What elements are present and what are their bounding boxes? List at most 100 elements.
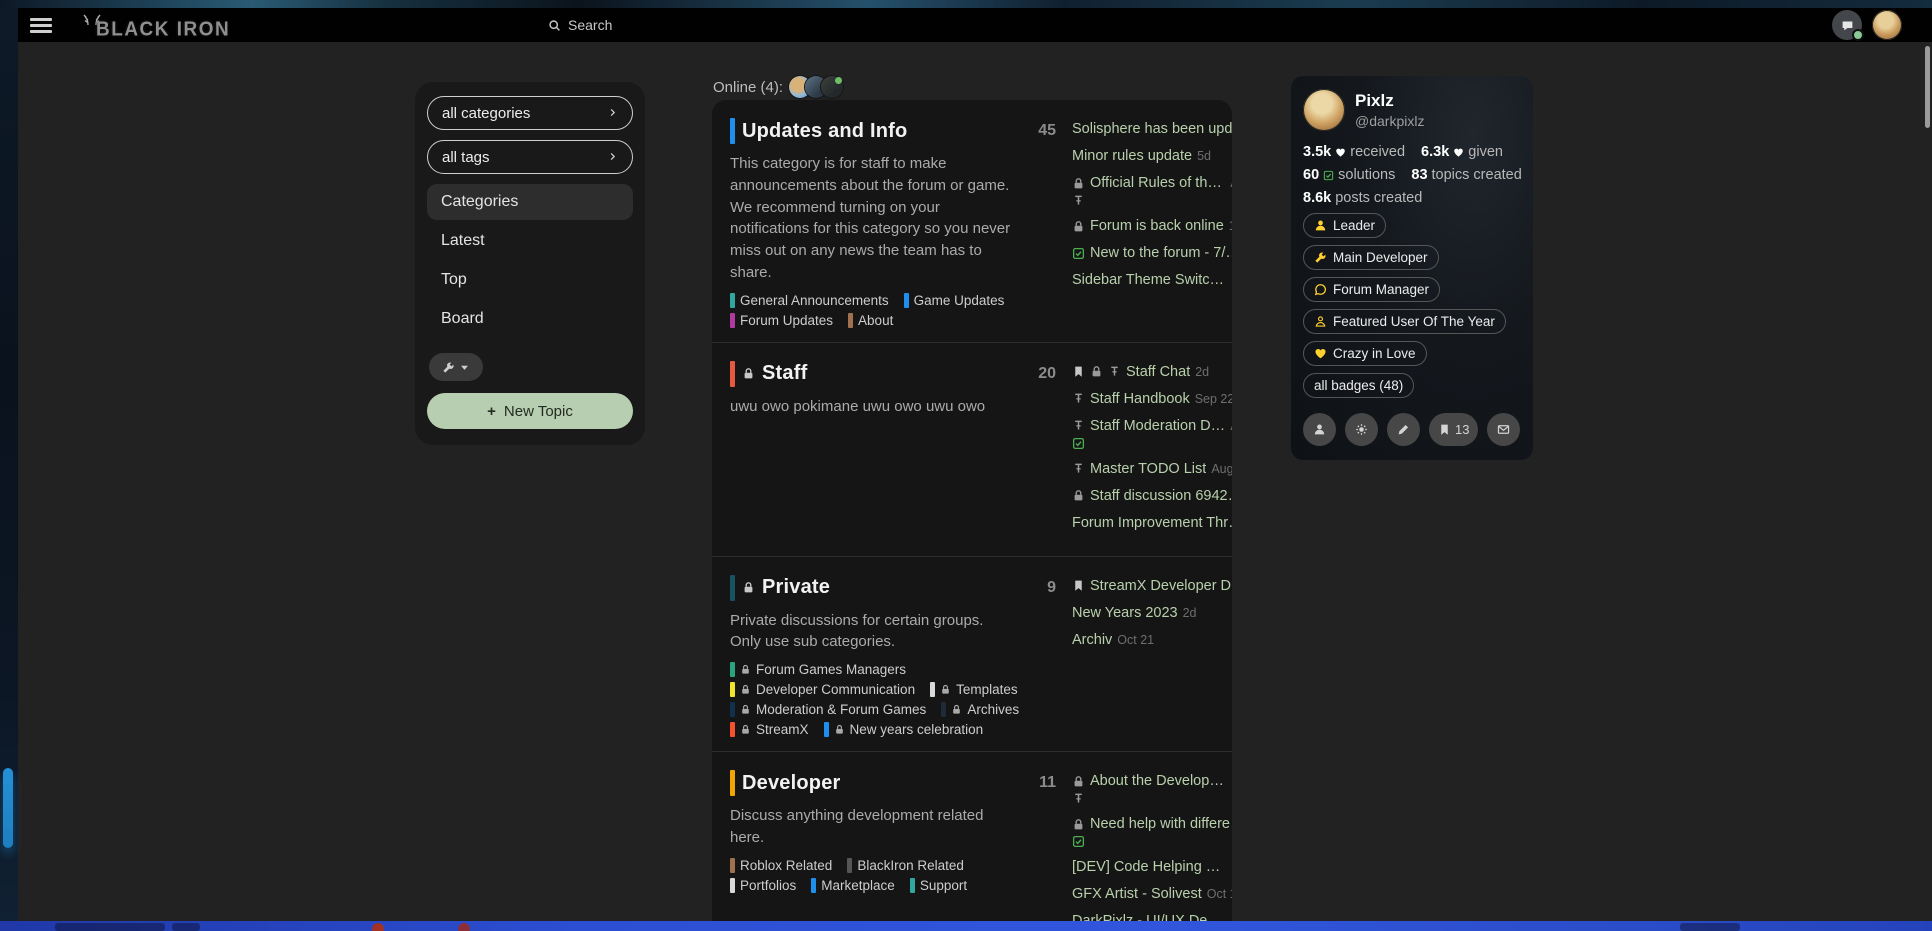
sidebar-item-latest[interactable]: Latest [427, 223, 633, 259]
subcategory-link[interactable]: Developer Communication [730, 682, 915, 697]
new-topic-button[interactable]: + New Topic [427, 393, 633, 429]
topic-link[interactable]: New to the forum - 7/25/... [1090, 245, 1232, 261]
topic-item: Minor rules update 5d [1072, 148, 1232, 164]
edit-button[interactable] [1387, 413, 1420, 446]
subcategory-color-bar [730, 722, 735, 737]
topic-link[interactable]: Official Rules of the Bl... [1090, 175, 1225, 191]
pin-icon [1072, 792, 1085, 805]
filter-dropdown-all-categories[interactable]: all categories [427, 96, 633, 130]
category-title-link[interactable]: Staff [762, 362, 807, 385]
subcategory-link[interactable]: Roblox Related [730, 858, 832, 873]
topic-link[interactable]: Sidebar Theme Switcher [1072, 272, 1228, 288]
stat-label: posts created [1335, 190, 1422, 206]
subcategory-color-bar [824, 722, 829, 737]
subcategory-link[interactable]: Moderation & Forum Games [730, 702, 926, 717]
messages-button[interactable] [1487, 413, 1520, 446]
topic-link[interactable]: Staff discussion 69420 (I'... [1090, 488, 1232, 504]
topic-item: Forum is back online19d [1072, 218, 1232, 234]
category-color-bar [730, 770, 735, 796]
topic-link[interactable]: Forum Improvement Threa... [1072, 515, 1232, 531]
topic-link[interactable]: Solisphere has been updat... [1072, 121, 1232, 137]
subcategory-color-bar [730, 702, 735, 717]
topic-link[interactable]: GFX Artist - Solivest [1072, 886, 1202, 902]
subcategory-link[interactable]: BlackIron Related [847, 858, 964, 873]
topic-link[interactable]: New Years 2023 [1072, 605, 1178, 621]
topic-link[interactable]: Staff Moderation Disc... [1090, 418, 1225, 434]
badge-main-developer[interactable]: Main Developer [1303, 245, 1439, 270]
category-row: PrivatePrivate discussions for certain g… [712, 556, 1232, 752]
lock-icon [951, 704, 962, 715]
subcategory-link[interactable]: General Announcements [730, 293, 889, 308]
subcategory-name: BlackIron Related [857, 858, 964, 873]
topic-link[interactable]: Master TODO List [1090, 461, 1206, 477]
topic-link[interactable]: [DEV] Code Helping Meg... [1072, 859, 1228, 875]
category-description: Discuss anything development related her… [730, 805, 1012, 849]
topic-link[interactable]: Staff Chat [1126, 364, 1190, 380]
envelope-icon [1497, 423, 1510, 436]
subcategory-link[interactable]: Game Updates [904, 293, 1005, 308]
topic-link[interactable]: Forum is back online [1090, 218, 1224, 234]
subcategory-color-bar [811, 878, 816, 893]
topic-link[interactable]: About the Developme... [1090, 773, 1232, 789]
pin-icon [1072, 462, 1085, 475]
subcategory-link[interactable]: Forum Games Managers [730, 662, 906, 677]
hamburger-menu-icon[interactable] [30, 18, 52, 33]
online-avatar-3[interactable] [821, 76, 843, 98]
user-avatar[interactable] [1872, 10, 1902, 40]
subcategory-link[interactable]: Forum Updates [730, 313, 833, 328]
subcategory-link[interactable]: Marketplace [811, 878, 895, 893]
subcategory-link[interactable]: Templates [930, 682, 1018, 697]
subcategory-link[interactable]: New years celebration [824, 722, 984, 737]
background-banner [0, 0, 1932, 8]
bookmark-icon [1072, 365, 1085, 378]
badge-crazy-in-love[interactable]: Crazy in Love [1303, 341, 1427, 366]
subcategory-link[interactable]: Portfolios [730, 878, 796, 893]
category-title-link[interactable]: Private [762, 576, 830, 599]
filter-label: all categories [442, 105, 530, 122]
badge-all-badges-48-[interactable]: all badges (48) [1303, 373, 1414, 398]
lock-icon [742, 581, 755, 594]
topic-link[interactable]: Staff Handbook [1090, 391, 1190, 407]
subcategory-link[interactable]: Support [910, 878, 967, 893]
category-row: Developer Discuss anything development re… [712, 751, 1232, 921]
topic-date: 5d [1197, 149, 1211, 163]
taskbar-item [1680, 923, 1740, 931]
badge-forum-manager[interactable]: Forum Manager [1303, 277, 1440, 302]
sidebar-item-board[interactable]: Board [427, 301, 633, 337]
category-latest-topics: About the Developme...Oct 3Need help wit… [1072, 770, 1232, 921]
subcategory-name: Archives [967, 702, 1019, 717]
chat-button[interactable] [1832, 10, 1862, 40]
subcategory-color-bar [730, 682, 735, 697]
scroll-indicator[interactable] [3, 768, 13, 848]
bookmarks-button[interactable]: 13 [1429, 413, 1478, 446]
lock-icon [1072, 775, 1085, 788]
category-admin-wrench-button[interactable] [429, 353, 483, 381]
subcategory-link[interactable]: About [848, 313, 893, 328]
check-icon [1323, 170, 1334, 181]
subcategory-link[interactable]: StreamX [730, 722, 809, 737]
site-logo[interactable]: Black Iron [82, 10, 230, 41]
profile-avatar[interactable] [1303, 89, 1345, 131]
category-title-link[interactable]: Developer [742, 772, 841, 795]
badge-featured-user-of-the-year[interactable]: Featured User Of The Year [1303, 309, 1506, 334]
subcategory-color-bar [930, 682, 935, 697]
categories-table: Updates and InfoThis category is for sta… [712, 100, 1232, 921]
heart-icon [1314, 347, 1327, 360]
lock-icon [740, 664, 751, 675]
sidebar-item-top[interactable]: Top [427, 262, 633, 298]
subcategory-name: Developer Communication [756, 682, 915, 697]
search-button[interactable]: Search [548, 8, 612, 42]
sidebar-item-categories[interactable]: Categories [427, 184, 633, 220]
topic-link[interactable]: Minor rules update [1072, 148, 1192, 164]
subcategory-link[interactable]: Archives [941, 702, 1019, 717]
topic-link[interactable]: DarkPixlz - UI/UX Designe... [1072, 913, 1228, 921]
page-scrollbar[interactable] [1925, 46, 1930, 128]
user-button[interactable] [1303, 413, 1336, 446]
filter-dropdown-all-tags[interactable]: all tags [427, 140, 633, 174]
badge-leader[interactable]: Leader [1303, 213, 1386, 238]
topic-link[interactable]: Need help with different h... [1090, 816, 1232, 832]
topic-link[interactable]: Archiv [1072, 632, 1112, 648]
category-title-link[interactable]: Updates and Info [742, 120, 907, 143]
settings-button[interactable] [1345, 413, 1378, 446]
topic-link[interactable]: StreamX Developer Discu... [1090, 578, 1232, 594]
